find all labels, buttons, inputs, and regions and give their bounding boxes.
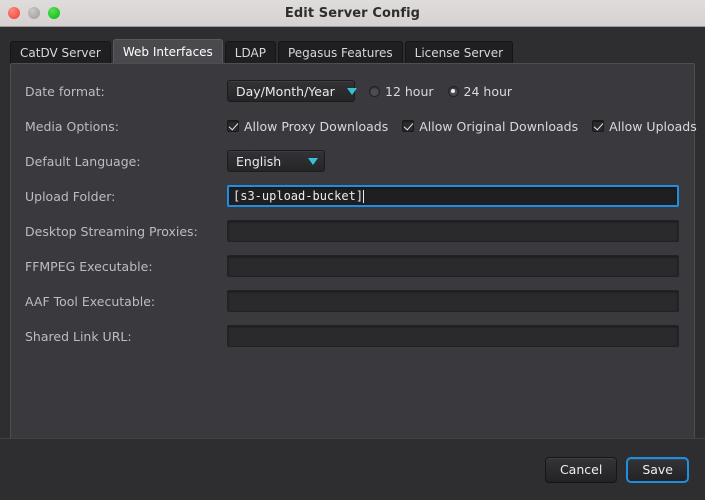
radio-12-hour[interactable]: 12 hour — [369, 84, 434, 99]
window-titlebar: Edit Server Config — [0, 0, 705, 27]
window-title: Edit Server Config — [284, 5, 421, 21]
desktop-streaming-proxies-control — [227, 220, 680, 242]
desktop-streaming-proxies-label: Desktop Streaming Proxies: — [25, 223, 198, 239]
date-format-dropdown[interactable]: Day/Month/Year — [227, 80, 357, 102]
default-language-value: English — [236, 153, 282, 169]
aaf-tool-executable-label: AAF Tool Executable: — [25, 293, 156, 309]
checkbox-allow-uploads-label: Allow Uploads — [609, 118, 697, 134]
checkbox-allow-proxy-downloads-label: Allow Proxy Downloads — [244, 118, 389, 134]
tab-ldap[interactable]: LDAP — [224, 41, 276, 64]
ffmpeg-executable-label: FFMPEG Executable: — [25, 258, 153, 274]
aaf-tool-executable-input[interactable] — [227, 290, 679, 312]
tab-bar: CatDV Server Web Interfaces LDAP Pegasus… — [10, 39, 514, 64]
radio-indicator-selected — [447, 85, 459, 97]
radio-24-hour[interactable]: 24 hour — [447, 83, 513, 99]
checkbox-allow-original-downloads-label: Allow Original Downloads — [419, 118, 579, 134]
tab-web-interfaces[interactable]: Web Interfaces — [112, 39, 223, 64]
desktop-streaming-proxies-row: Desktop Streaming Proxies: — [25, 220, 680, 242]
shared-link-url-label: Shared Link URL: — [25, 328, 132, 344]
save-button[interactable]: Save — [626, 456, 689, 483]
zoom-button[interactable] — [48, 7, 60, 19]
upload-folder-value: [s3-upload-bucket] — [233, 189, 364, 203]
window-controls — [8, 0, 60, 26]
media-options-control: Allow Proxy Downloads Allow Original Dow… — [227, 119, 697, 134]
tab-license-server[interactable]: License Server — [404, 41, 514, 64]
media-options-row: Media Options: Allow Proxy Downloads All… — [25, 115, 697, 137]
chevron-down-icon — [346, 87, 357, 95]
web-interfaces-panel: Date format: Day/Month/Year 12 hour 24 h… — [10, 63, 697, 463]
settings-form: Date format: Day/Month/Year 12 hour 24 h… — [11, 64, 697, 462]
checkbox-indicator — [592, 120, 605, 132]
default-language-control: English — [227, 150, 680, 172]
media-options-label: Media Options: — [25, 118, 119, 134]
desktop-streaming-proxies-input[interactable] — [227, 220, 679, 242]
ffmpeg-executable-input[interactable] — [227, 255, 679, 277]
default-language-row: Default Language: English — [25, 150, 680, 172]
default-language-label: Default Language: — [25, 153, 141, 169]
upload-folder-control: [s3-upload-bucket] — [227, 185, 680, 207]
tab-pegasus-features[interactable]: Pegasus Features — [277, 41, 403, 64]
edit-server-config-window: Edit Server Config CatDV Server Web Inte… — [0, 0, 705, 500]
text-cursor — [363, 189, 365, 203]
tab-catdv-server[interactable]: CatDV Server — [10, 41, 111, 64]
clock-format-radio-group: 12 hour 24 hour — [369, 84, 512, 99]
date-format-row: Date format: Day/Month/Year 12 hour 24 h… — [25, 80, 680, 102]
shared-link-url-row: Shared Link URL: — [25, 325, 680, 347]
radio-12-hour-label: 12 hour — [385, 83, 434, 99]
window-body: CatDV Server Web Interfaces LDAP Pegasus… — [0, 27, 705, 500]
upload-folder-label: Upload Folder: — [25, 188, 116, 204]
cancel-button[interactable]: Cancel — [544, 456, 618, 483]
minimize-button[interactable] — [28, 7, 40, 19]
close-button[interactable] — [8, 7, 20, 19]
upload-folder-input[interactable]: [s3-upload-bucket] — [227, 185, 679, 207]
media-options-checkbox-group: Allow Proxy Downloads Allow Original Dow… — [227, 119, 697, 134]
aaf-tool-executable-control — [227, 290, 680, 312]
radio-24-hour-label: 24 hour — [463, 83, 513, 99]
date-format-value: Day/Month/Year — [236, 83, 335, 99]
checkbox-allow-original-downloads[interactable]: Allow Original Downloads — [402, 119, 578, 134]
checkbox-allow-uploads[interactable]: Allow Uploads — [592, 119, 697, 134]
ffmpeg-executable-control — [227, 255, 680, 277]
checkbox-indicator — [227, 120, 239, 132]
checkbox-indicator — [402, 120, 415, 132]
ffmpeg-executable-row: FFMPEG Executable: — [25, 255, 680, 277]
chevron-down-icon — [308, 157, 318, 165]
default-language-dropdown[interactable]: English — [227, 150, 325, 172]
aaf-tool-executable-row: AAF Tool Executable: — [25, 290, 680, 312]
radio-indicator — [369, 85, 380, 97]
date-format-control: Day/Month/Year 12 hour 24 hour — [227, 80, 680, 102]
dialog-footer: Cancel Save — [0, 438, 705, 500]
checkbox-allow-proxy-downloads[interactable]: Allow Proxy Downloads — [227, 119, 388, 134]
date-format-label: Date format: — [25, 83, 105, 99]
upload-folder-row: Upload Folder: [s3-upload-bucket] — [25, 185, 680, 207]
shared-link-url-control — [227, 325, 680, 347]
shared-link-url-input[interactable] — [227, 325, 679, 347]
